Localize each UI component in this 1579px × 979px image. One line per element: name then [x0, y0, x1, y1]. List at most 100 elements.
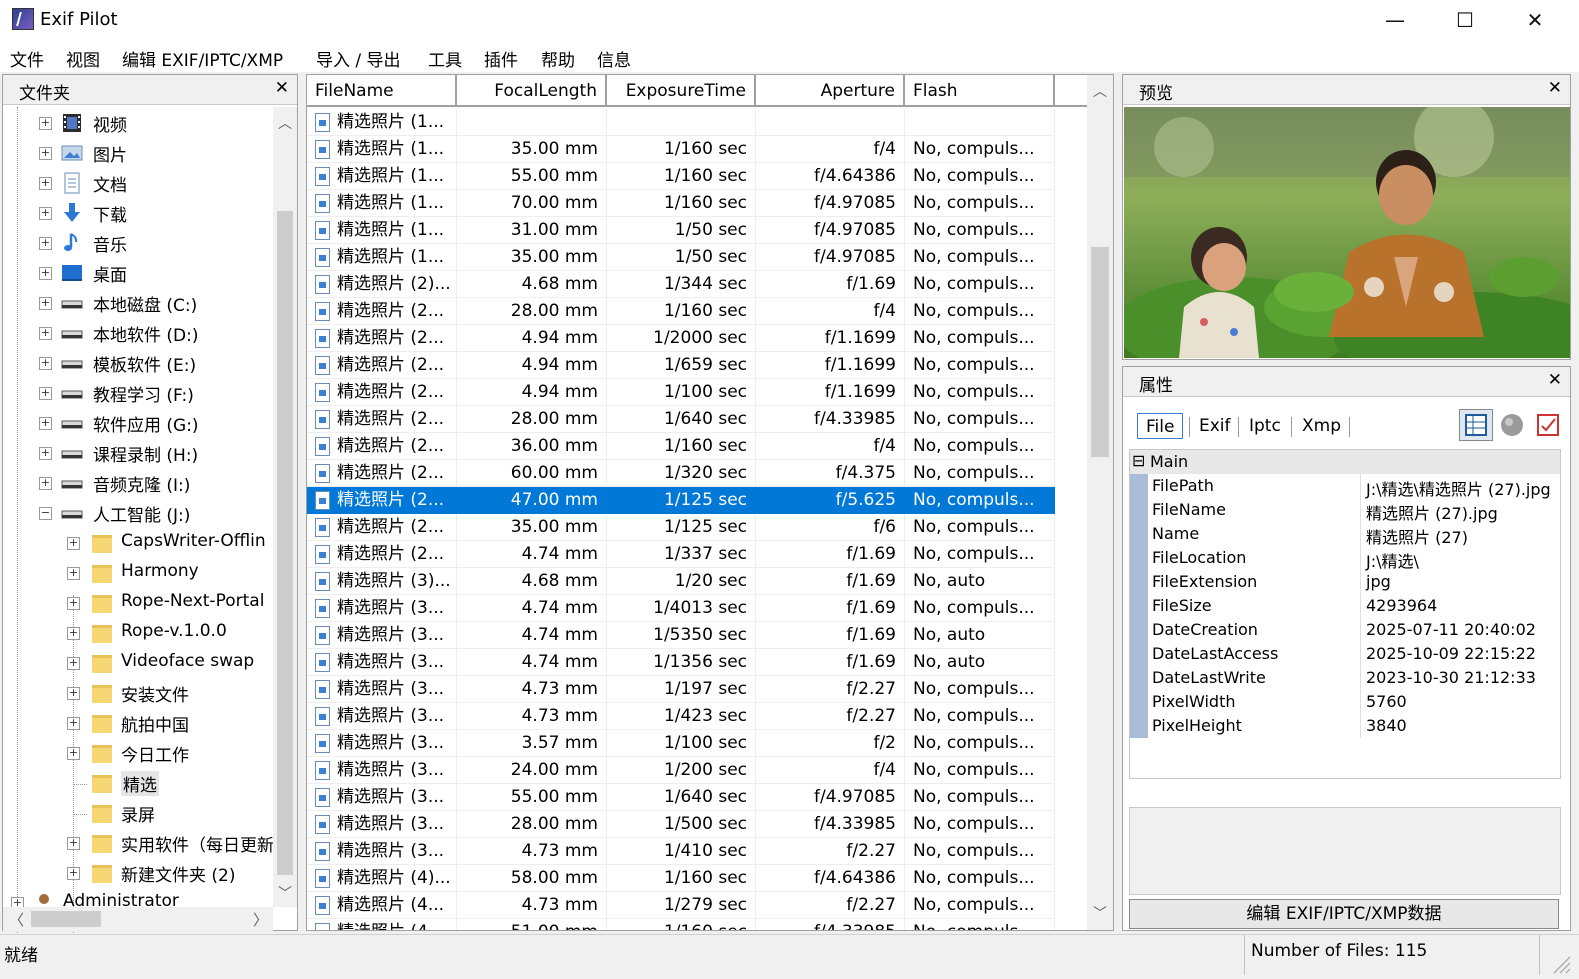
tab-iptc[interactable]: Iptc [1241, 413, 1289, 439]
expand-toggle-icon[interactable]: + [67, 537, 80, 550]
expand-toggle-icon[interactable]: + [67, 567, 80, 580]
expand-toggle-icon[interactable]: + [39, 267, 52, 280]
menu-import-export[interactable]: 导入 / 导出 [316, 46, 401, 71]
tree-item-node-3[interactable]: + 下载 [7, 199, 273, 229]
edit-metadata-button[interactable]: 编辑 EXIF/IPTC/XMP数据 [1129, 899, 1559, 929]
tree-item-rope-v-1-0-0[interactable]: + Rope-v.1.0.0 [7, 619, 273, 649]
menu-info[interactable]: 信息 [597, 46, 631, 71]
hscroll-thumb[interactable] [31, 911, 101, 927]
expand-toggle-icon[interactable]: + [39, 477, 52, 490]
minimize-button[interactable]: — [1360, 0, 1430, 40]
table-row[interactable]: 精选照片 (2... 47.00 mm 1/125 sec f/5.625 No, co… [307, 487, 1055, 514]
table-row[interactable]: 精选照片 (1... 35.00 mm 1/50 sec f/4.97085 No, c… [307, 244, 1055, 271]
table-vscrollbar[interactable]: ︿ ﹀ [1087, 75, 1113, 930]
property-row[interactable]: PixelHeight 3840 [1130, 714, 1560, 738]
expand-toggle-icon[interactable]: + [39, 447, 52, 460]
expand-toggle-icon[interactable]: + [39, 387, 52, 400]
expand-toggle-icon[interactable]: + [39, 237, 52, 250]
tree-item-videoface-swap[interactable]: + Videoface swap [7, 649, 273, 679]
tree-item-node-0[interactable]: + 视频 [7, 109, 273, 139]
table-row[interactable]: 精选照片 (3... 24.00 mm 1/200 sec f/4 No, compul… [307, 757, 1055, 784]
expand-toggle-icon[interactable]: + [39, 297, 52, 310]
scroll-left-icon[interactable]: 〈 [9, 909, 24, 930]
column-filename[interactable]: FileName [307, 75, 457, 107]
scroll-thumb[interactable] [1091, 247, 1109, 457]
tree-item-node-21[interactable]: + 今日工作 [7, 739, 273, 769]
expand-toggle-icon[interactable]: + [67, 747, 80, 760]
tree-item-j[interactable]: − 人工智能 (J:) [7, 499, 273, 529]
menu-edit-exif[interactable]: 编辑 EXIF/IPTC/XMP [122, 46, 283, 71]
scroll-down-icon[interactable]: ﹀ [1087, 903, 1113, 923]
tree-item-node-19[interactable]: + 安装文件 [7, 679, 273, 709]
tree-item-f[interactable]: + 教程学习 (F:) [7, 379, 273, 409]
property-group-main[interactable]: ⊟ Main [1130, 450, 1560, 474]
table-row[interactable]: 精选照片 (1... 31.00 mm 1/50 sec f/4.97085 No, c… [307, 217, 1055, 244]
expand-toggle-icon[interactable]: + [39, 357, 52, 370]
expand-toggle-icon[interactable]: + [39, 147, 52, 160]
tree-item-2[interactable]: + 新建文件夹 (2) [7, 859, 273, 889]
scroll-right-icon[interactable]: 〉 [253, 909, 268, 930]
tree-item-g[interactable]: + 软件应用 (G:) [7, 409, 273, 439]
close-window-button[interactable]: ✕ [1500, 0, 1570, 40]
tree-item-node-1[interactable]: + 图片 [7, 139, 273, 169]
tab-file[interactable]: File [1137, 413, 1184, 439]
table-row[interactable]: 精选照片 (1... 35.00 mm 1/160 sec f/4 No, compul… [307, 136, 1055, 163]
table-row[interactable]: 精选照片 (4... 4.73 mm 1/279 sec f/2.27 No, comp… [307, 892, 1055, 919]
table-row[interactable]: 精选照片 (2... 4.74 mm 1/337 sec f/1.69 No, comp… [307, 541, 1055, 568]
tree-item-e[interactable]: + 模板软件 (E:) [7, 349, 273, 379]
menu-file[interactable]: 文件 [10, 46, 44, 71]
tab-exif[interactable]: Exif [1191, 413, 1239, 439]
menu-plugins[interactable]: 插件 [484, 46, 518, 71]
table-row[interactable]: 精选照片 (3... 4.73 mm 1/423 sec f/2.27 No, comp… [307, 703, 1055, 730]
tree-item-i[interactable]: + 音频克隆 (I:) [7, 469, 273, 499]
table-row[interactable]: 精选照片 (3... 4.73 mm 1/410 sec f/2.27 No, comp… [307, 838, 1055, 865]
expand-toggle-icon[interactable]: + [67, 627, 80, 640]
property-row[interactable]: FileLocation J:\精选\ [1130, 546, 1560, 571]
property-row[interactable]: DateLastWrite 2023-10-30 21:12:33 [1130, 666, 1560, 690]
preview-panel-close-icon[interactable]: ✕ [1548, 78, 1562, 98]
menu-help[interactable]: 帮助 [541, 46, 575, 71]
table-row[interactable]: 精选照片 (1... 70.00 mm 1/160 sec f/4.97085 No, … [307, 190, 1055, 217]
menu-tools[interactable]: 工具 [428, 46, 462, 71]
table-row[interactable]: 精选照片 (4)... 58.00 mm 1/160 sec f/4.64386 No,… [307, 865, 1055, 892]
property-row[interactable]: FileName 精选照片 (27).jpg [1130, 498, 1560, 523]
column-flash[interactable]: Flash [905, 75, 1055, 107]
table-row[interactable]: 精选照片 (2... 35.00 mm 1/125 sec f/6 No, compul… [307, 514, 1055, 541]
folder-panel-close-icon[interactable]: ✕ [275, 78, 289, 98]
property-row[interactable]: DateCreation 2025-07-11 20:40:02 [1130, 618, 1560, 642]
folder-tree-vscrollbar[interactable]: ︿ ﹀ [273, 107, 297, 907]
property-row[interactable]: DateLastAccess 2025-10-09 22:15:22 [1130, 642, 1560, 666]
table-row[interactable]: 精选照片 (2... 28.00 mm 1/640 sec f/4.33985 No, … [307, 406, 1055, 433]
properties-panel-close-icon[interactable]: ✕ [1548, 370, 1562, 390]
scroll-up-icon[interactable]: ︿ [273, 113, 297, 133]
expand-toggle-icon[interactable]: + [67, 837, 80, 850]
expand-toggle-icon[interactable]: + [39, 177, 52, 190]
expand-toggle-icon[interactable]: + [39, 417, 52, 430]
tree-item-d[interactable]: + 本地软件 (D:) [7, 319, 273, 349]
expand-toggle-icon[interactable]: + [67, 717, 80, 730]
tree-item-node-20[interactable]: + 航拍中国 [7, 709, 273, 739]
property-row[interactable]: FilePath J:\精选\精选照片 (27).jpg [1130, 474, 1560, 499]
tree-item-node-23[interactable]: 录屏 [7, 799, 273, 829]
table-row[interactable]: 精选照片 (4...51.00 mm1/160 secf/4.33985No, … [307, 919, 1055, 930]
expand-toggle-icon[interactable]: + [67, 687, 80, 700]
expand-toggle-icon[interactable]: + [67, 597, 80, 610]
tree-item-harmony[interactable]: + Harmony [7, 559, 273, 589]
table-row[interactable]: 精选照片 (2... 60.00 mm 1/320 sec f/4.375 No, co… [307, 460, 1055, 487]
table-row[interactable]: 精选照片 (2... 4.94 mm 1/2000 sec f/1.1699 No, c… [307, 325, 1055, 352]
column-aperture[interactable]: Aperture [756, 75, 905, 107]
table-row[interactable]: 精选照片 (3... 4.74 mm 1/5350 sec f/1.69 No, aut… [307, 622, 1055, 649]
table-row[interactable]: 精选照片 (2... 28.00 mm 1/160 sec f/4 No, compul… [307, 298, 1055, 325]
table-row[interactable]: 精选照片 (2... 4.94 mm 1/659 sec f/1.1699 No, co… [307, 352, 1055, 379]
scroll-down-icon[interactable]: ﹀ [273, 883, 297, 903]
expand-toggle-icon[interactable]: + [67, 867, 80, 880]
table-row[interactable]: 精选照片 (3... 3.57 mm 1/100 sec f/2 No, compuls… [307, 730, 1055, 757]
table-row[interactable]: 精选照片 (3)... 4.68 mm 1/20 sec f/1.69 No, auto [307, 568, 1055, 595]
globe-icon[interactable] [1495, 409, 1529, 441]
expand-toggle-icon[interactable]: − [39, 507, 52, 520]
scroll-thumb[interactable] [277, 211, 293, 875]
table-row[interactable]: 精选照片 (3... 55.00 mm 1/640 sec f/4.97085 No, … [307, 784, 1055, 811]
table-row[interactable]: 精选照片 (1... [307, 109, 1055, 136]
table-row[interactable]: 精选照片 (2... 4.94 mm 1/100 sec f/1.1699 No, co… [307, 379, 1055, 406]
property-row[interactable]: PixelWidth 5760 [1130, 690, 1560, 714]
